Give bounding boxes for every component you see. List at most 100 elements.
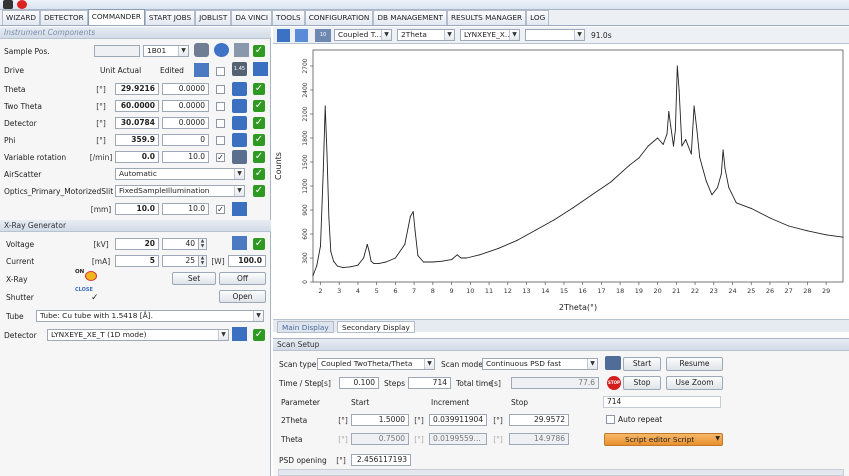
twotheta-start-input[interactable]: 1.5000: [351, 414, 409, 426]
tab-results-manager[interactable]: RESULTS MANAGER: [446, 10, 527, 25]
diffraction-chart[interactable]: 03006009001200150018002100240027002 3 4 5 6 7…: [273, 44, 849, 319]
twotheta-increment-input[interactable]: 0.039911904: [429, 414, 487, 426]
optics-ok-icon[interactable]: ✓: [253, 185, 265, 197]
steps-readout: 714: [603, 396, 721, 408]
xray-set-button[interactable]: Set: [172, 272, 216, 285]
data-point: [423, 261, 424, 263]
tab-db-management[interactable]: DB MANAGEMENT: [373, 10, 447, 25]
tab-da-vinci[interactable]: DA VINCI: [231, 10, 273, 25]
tab-configuration[interactable]: CONFIGURATION: [304, 10, 374, 25]
steps-input[interactable]: 714: [408, 377, 451, 389]
variable-rotation-edited-input[interactable]: 10.0: [162, 151, 209, 163]
tab-joblist[interactable]: JOBLIST: [195, 10, 232, 25]
script-editor-button[interactable]: Script editor Script ▼: [604, 433, 723, 446]
tab-commander[interactable]: COMMANDER: [87, 9, 145, 25]
airscatter-ok-icon[interactable]: ✓: [253, 168, 265, 180]
sample-pos-select[interactable]: 1B01 ▼: [143, 45, 189, 57]
detector-ok-icon[interactable]: ✓: [253, 329, 265, 341]
tab-secondary-display[interactable]: Secondary Display: [337, 321, 415, 333]
shutter-open-button[interactable]: Open: [219, 290, 266, 303]
extra-display-select[interactable]: ▼: [525, 29, 585, 41]
optics-select[interactable]: FixedSampleIllumination ▼: [115, 185, 245, 197]
theta-edited-input[interactable]: 0.0000: [162, 83, 209, 95]
tab-tools[interactable]: TOOLS: [272, 10, 305, 25]
x-tick-label: 20: [653, 287, 661, 295]
tab-main-display[interactable]: Main Display: [277, 321, 334, 333]
tab-log[interactable]: LOG: [526, 10, 550, 25]
drive-config-icon[interactable]: [253, 62, 268, 76]
detector-display-value: LYNXEYE_X...: [464, 30, 512, 39]
phi-checkbox[interactable]: [216, 136, 225, 145]
chevron-down-icon: ▼: [424, 359, 434, 369]
current-input[interactable]: 25: [162, 255, 199, 267]
voltage-ok-icon[interactable]: ✓: [253, 238, 265, 250]
scan-scrollbar[interactable]: [278, 469, 844, 476]
theta-config-icon[interactable]: [232, 82, 247, 96]
auto-repeat-checkbox[interactable]: [606, 415, 615, 424]
detector-checkbox[interactable]: [216, 119, 225, 128]
variable-rotation-ok-icon[interactable]: ✓: [253, 151, 265, 163]
voltage-stepper[interactable]: ▲ ▼: [199, 238, 207, 250]
tab-start-jobs[interactable]: START JOBS: [144, 10, 196, 25]
stop-button[interactable]: Stop: [623, 376, 661, 390]
two-theta-edited-input[interactable]: 0.0000: [162, 100, 209, 112]
x-tick-label: 21: [672, 287, 680, 295]
xray-apply-icon[interactable]: [232, 236, 247, 250]
theta-ok-icon[interactable]: ✓: [253, 83, 265, 95]
voltage-input[interactable]: 40: [162, 238, 199, 250]
sample-changer-icon[interactable]: [194, 43, 209, 57]
airscatter-select[interactable]: Automatic ▼: [115, 168, 245, 180]
detector-select[interactable]: LYNXEYE_XE_T (1D mode) ▼: [47, 329, 229, 341]
goniometer-icon[interactable]: [194, 63, 209, 77]
phi-config-icon[interactable]: [232, 133, 247, 147]
phi-edited-input[interactable]: 0: [162, 134, 209, 146]
axis-select[interactable]: 2Theta ▼: [397, 29, 455, 41]
detector-config-icon[interactable]: [232, 116, 247, 130]
start-button[interactable]: Start: [623, 357, 661, 371]
tube-select[interactable]: Tube: Cu tube with 1.5418 [Å]. ▼: [36, 310, 264, 322]
data-point: [610, 181, 612, 183]
two-theta-unit: [°]: [96, 102, 106, 111]
twotheta-stop-input[interactable]: 29.9572: [509, 414, 569, 426]
detector-config-icon[interactable]: [232, 327, 247, 341]
use-zoom-button[interactable]: Use Zoom: [666, 376, 723, 390]
sample-config-icon[interactable]: [234, 43, 249, 57]
tab-wizard[interactable]: WIZARD: [2, 10, 41, 25]
phi-ok-icon[interactable]: ✓: [253, 134, 265, 146]
range-icon[interactable]: 10: [315, 29, 331, 42]
view-single-icon[interactable]: [277, 29, 290, 42]
scan-mode-select[interactable]: Continuous PSD fast ▼: [482, 358, 598, 370]
psd-opening-input[interactable]: 2.456117193: [351, 454, 411, 466]
scan-type-select[interactable]: Coupled TwoTheta/Theta ▼: [317, 358, 435, 370]
refresh-icon[interactable]: [214, 43, 229, 57]
two-theta-checkbox[interactable]: [216, 102, 225, 111]
optics-checkbox[interactable]: ✓: [216, 205, 225, 214]
variable-rotation-config-icon[interactable]: [232, 150, 247, 164]
save-icon[interactable]: [3, 0, 13, 9]
current-stepper[interactable]: ▲ ▼: [199, 255, 207, 267]
resume-button[interactable]: Resume: [666, 357, 723, 371]
tab-detector[interactable]: DETECTOR: [40, 10, 88, 25]
two-theta-ok-icon[interactable]: ✓: [253, 100, 265, 112]
time-step-input[interactable]: 0.100: [339, 377, 379, 389]
two-theta-config-icon[interactable]: [232, 99, 247, 113]
optics-config-icon[interactable]: [232, 202, 247, 216]
chevron-down-icon: ▼: [381, 30, 391, 40]
drive-values-icon[interactable]: 1.45: [232, 62, 247, 76]
view-overlay-icon[interactable]: [295, 29, 308, 42]
x-tick-label: 4: [356, 287, 360, 295]
optics-edited-input[interactable]: 10.0: [162, 203, 209, 215]
variable-rotation-checkbox[interactable]: ✓: [216, 153, 225, 162]
sample-pos-ok-icon[interactable]: ✓: [253, 45, 265, 57]
detector-ok-icon[interactable]: ✓: [253, 117, 265, 129]
xray-off-button[interactable]: Off: [219, 272, 266, 285]
drive-all-checkbox[interactable]: [216, 67, 225, 76]
x-tick-label: 15: [560, 287, 568, 295]
scan-display-select[interactable]: Coupled T... ▼: [334, 29, 392, 41]
theta-label: Theta: [4, 85, 26, 94]
detector-edited-input[interactable]: 0.0000: [162, 117, 209, 129]
theta-checkbox[interactable]: [216, 85, 225, 94]
stop-icon[interactable]: [17, 0, 27, 9]
chart-toolbar: 10 Coupled T... ▼ 2Theta ▼ LYNXEYE_X... ▼ ▼…: [273, 27, 849, 44]
detector-display-select[interactable]: LYNXEYE_X... ▼: [460, 29, 520, 41]
